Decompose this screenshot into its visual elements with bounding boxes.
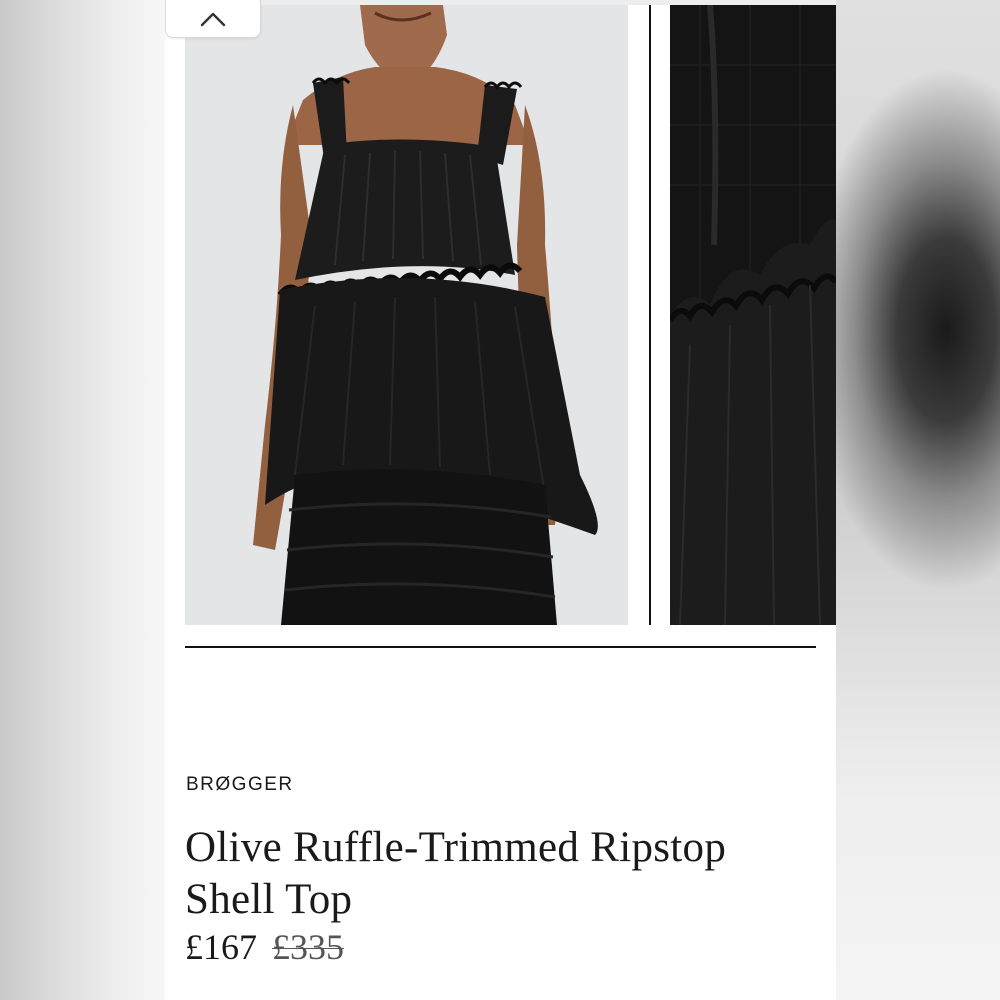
price-current: £167 — [185, 927, 257, 967]
product-image-detail[interactable] — [670, 5, 836, 625]
product-page: BRØGGER Olive Ruffle-Trimmed Ripstop She… — [165, 0, 836, 1000]
product-title: Olive Ruffle-Trimmed Ripstop Shell Top — [185, 824, 727, 923]
collapse-button[interactable] — [165, 0, 261, 38]
chevron-up-icon — [200, 11, 226, 27]
brand-name[interactable]: BRØGGER — [186, 774, 294, 796]
blurred-background-left — [0, 0, 165, 1000]
blurred-background-right — [836, 0, 1000, 1000]
gallery-divider — [649, 5, 651, 625]
price-original: £335 — [272, 927, 344, 967]
price-row: £167 £335 — [185, 926, 344, 968]
product-image-main[interactable] — [185, 5, 628, 625]
section-divider — [185, 646, 816, 648]
